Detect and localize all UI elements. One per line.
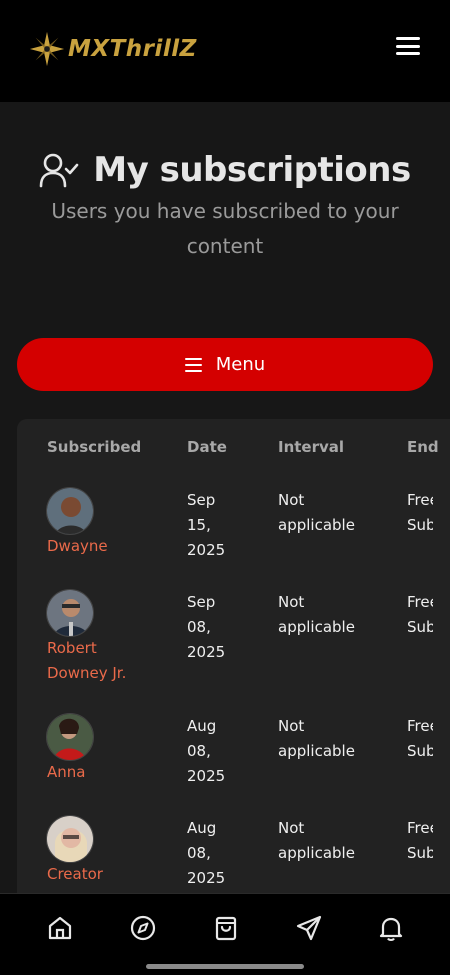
compass-icon[interactable]: [129, 914, 157, 942]
end-cell: Free Subscription: [407, 819, 433, 862]
menu-button-label: Menu: [215, 354, 266, 375]
user-check-icon: [39, 153, 79, 188]
date-cell: Sep 08, 2025: [187, 593, 226, 661]
menu-hamburger-icon: [184, 357, 202, 372]
interval-cell: Not applicable: [278, 819, 355, 862]
subscriber-name[interactable]: Anna: [47, 760, 157, 785]
date-cell: Sep 15, 2025: [187, 491, 226, 559]
brand-name: MXThrillZ: [68, 36, 197, 62]
interval-cell: Not applicable: [278, 593, 355, 636]
column-header-interval: Interval: [278, 438, 345, 456]
end-cell: Free Subscription: [407, 717, 433, 760]
date-cell: Aug 08, 2025: [187, 819, 226, 887]
top-bar: MXThrillZ: [0, 0, 450, 102]
subscriber-name[interactable]: Creator: [47, 862, 157, 887]
bottom-nav: [0, 893, 450, 975]
home-icon[interactable]: [46, 914, 74, 942]
avatar[interactable]: [46, 487, 94, 535]
avatar[interactable]: [46, 589, 94, 637]
menu-button[interactable]: Menu: [17, 338, 433, 391]
subscriptions-table[interactable]: Subscribed Date Interval End Dwayne Sep …: [17, 419, 450, 899]
avatar[interactable]: [46, 815, 94, 863]
column-header-date: Date: [187, 438, 227, 456]
page-title: My subscriptions: [93, 150, 411, 190]
send-icon[interactable]: [295, 914, 323, 942]
subscriber-name[interactable]: Robert Downey Jr.: [47, 636, 157, 686]
hamburger-icon[interactable]: [396, 37, 420, 55]
page-subtitle: Users you have subscribed to your conten…: [51, 199, 399, 258]
brand-logo[interactable]: MXThrillZ: [28, 30, 197, 68]
interval-cell: Not applicable: [278, 717, 355, 760]
column-header-subscribed: Subscribed: [47, 438, 142, 456]
home-indicator[interactable]: [146, 964, 304, 969]
end-cell: Free Subscription: [407, 593, 433, 636]
star-logo-icon: [29, 31, 65, 67]
interval-cell: Not applicable: [278, 491, 355, 534]
subscriber-name[interactable]: Dwayne: [47, 534, 157, 559]
end-cell: Free Subscription: [407, 491, 433, 534]
shopping-bag-icon[interactable]: [212, 914, 240, 942]
date-cell: Aug 08, 2025: [187, 717, 226, 785]
bell-icon[interactable]: [377, 914, 405, 942]
column-header-end: End: [407, 438, 439, 456]
page-header: My subscriptions Users you have subscrib…: [0, 150, 450, 264]
avatar[interactable]: [46, 713, 94, 761]
